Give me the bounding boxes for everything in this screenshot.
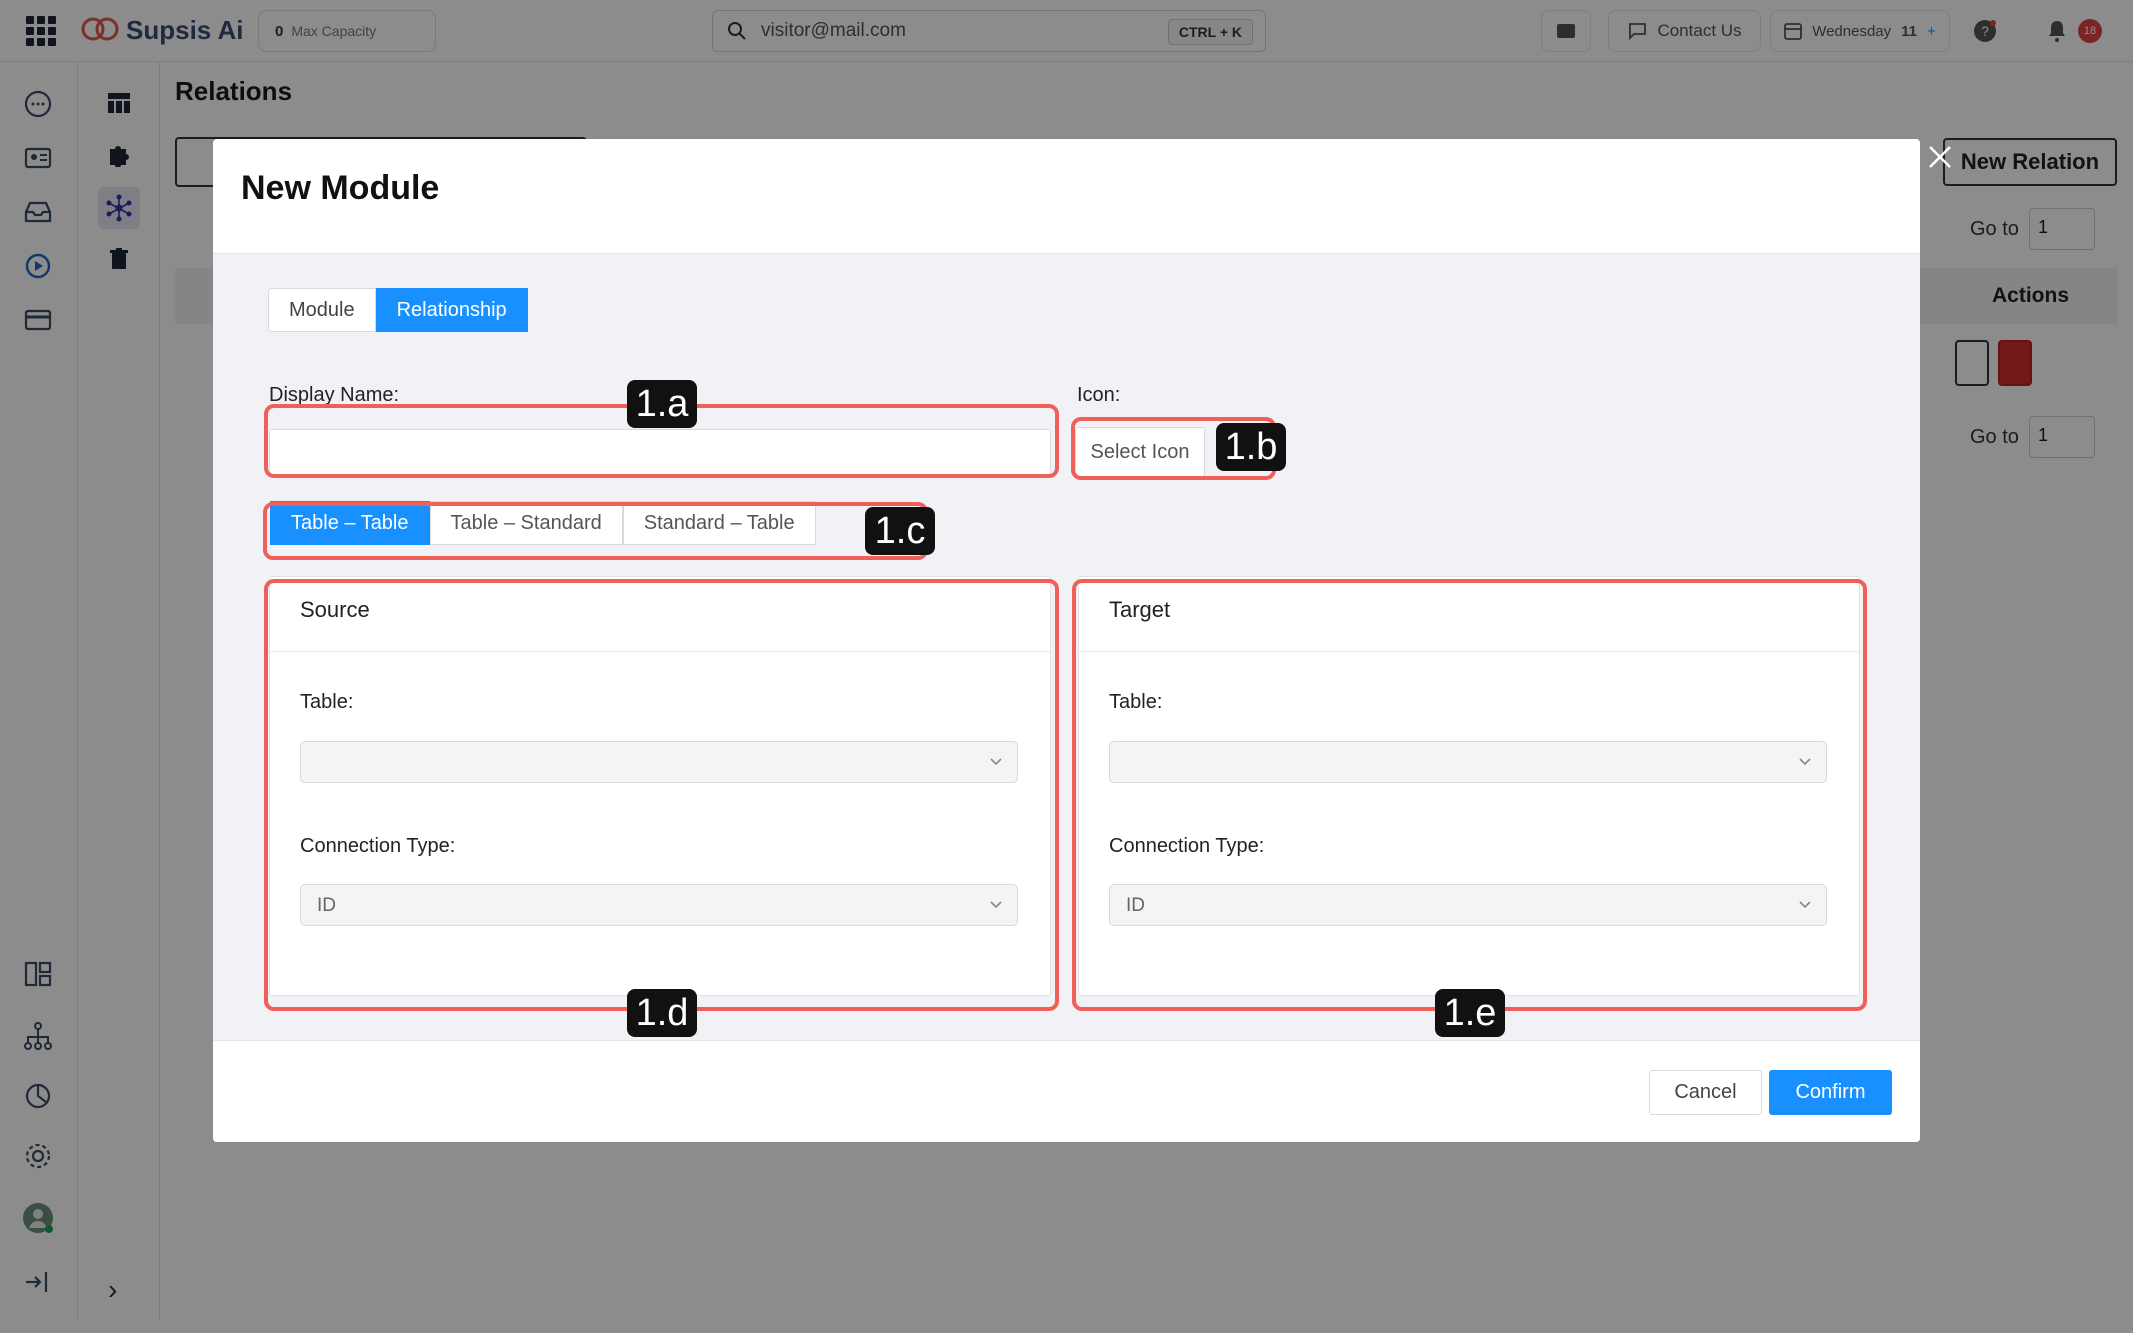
tab-standard-table[interactable]: Standard – Table bbox=[622, 501, 816, 545]
dialog-title: New Module bbox=[241, 169, 440, 207]
annotation-tag-1c: 1.c bbox=[865, 507, 935, 555]
close-icon[interactable] bbox=[1927, 144, 1953, 170]
annotation-tag-1d: 1.d bbox=[627, 989, 697, 1037]
annotation-tag-1e: 1.e bbox=[1435, 989, 1505, 1037]
tab-table-standard[interactable]: Table – Standard bbox=[429, 501, 623, 545]
relation-type-tabs: Table – Table Table – Standard Standard … bbox=[270, 501, 816, 545]
chevron-down-icon bbox=[1799, 901, 1811, 909]
dialog-body: Module Relationship Display Name: Icon: … bbox=[213, 254, 1920, 1040]
new-module-dialog: New Module Module Relationship Display N… bbox=[213, 139, 1920, 1142]
chevron-down-icon bbox=[990, 758, 1002, 766]
source-title: Source bbox=[300, 597, 370, 622]
target-table-select[interactable] bbox=[1109, 741, 1827, 783]
select-icon-button[interactable]: Select Icon bbox=[1075, 427, 1205, 477]
chevron-down-icon bbox=[990, 901, 1002, 909]
source-table-label: Table: bbox=[300, 691, 354, 713]
cancel-button[interactable]: Cancel bbox=[1649, 1070, 1762, 1115]
tab-module[interactable]: Module bbox=[268, 288, 376, 332]
divider bbox=[270, 651, 1050, 652]
target-connection-select[interactable]: ID bbox=[1109, 884, 1827, 926]
tab-relationship[interactable]: Relationship bbox=[375, 288, 528, 332]
mode-tabs: Module Relationship bbox=[268, 288, 528, 332]
annotation-tag-1b: 1.b bbox=[1216, 423, 1286, 471]
display-name-label: Display Name: bbox=[269, 384, 400, 406]
source-connection-select[interactable]: ID bbox=[300, 884, 1018, 926]
source-connection-label: Connection Type: bbox=[300, 835, 456, 857]
tab-table-table[interactable]: Table – Table bbox=[270, 501, 430, 545]
source-connection-value: ID bbox=[317, 895, 336, 916]
annotation-tag-1a: 1.a bbox=[627, 380, 697, 428]
dialog-footer: Cancel Confirm bbox=[213, 1040, 1920, 1142]
source-card: Source Table: Connection Type: ID bbox=[269, 576, 1051, 996]
target-card: Target Table: Connection Type: ID bbox=[1078, 576, 1860, 996]
icon-label: Icon: bbox=[1077, 384, 1121, 406]
dialog-header: New Module bbox=[213, 139, 1920, 254]
target-connection-label: Connection Type: bbox=[1109, 835, 1265, 857]
target-title: Target bbox=[1109, 597, 1171, 622]
chevron-down-icon bbox=[1799, 758, 1811, 766]
target-connection-value: ID bbox=[1126, 895, 1145, 916]
source-table-select[interactable] bbox=[300, 741, 1018, 783]
confirm-button[interactable]: Confirm bbox=[1769, 1070, 1892, 1115]
divider bbox=[1079, 651, 1859, 652]
display-name-input[interactable] bbox=[269, 429, 1051, 475]
target-table-label: Table: bbox=[1109, 691, 1163, 713]
